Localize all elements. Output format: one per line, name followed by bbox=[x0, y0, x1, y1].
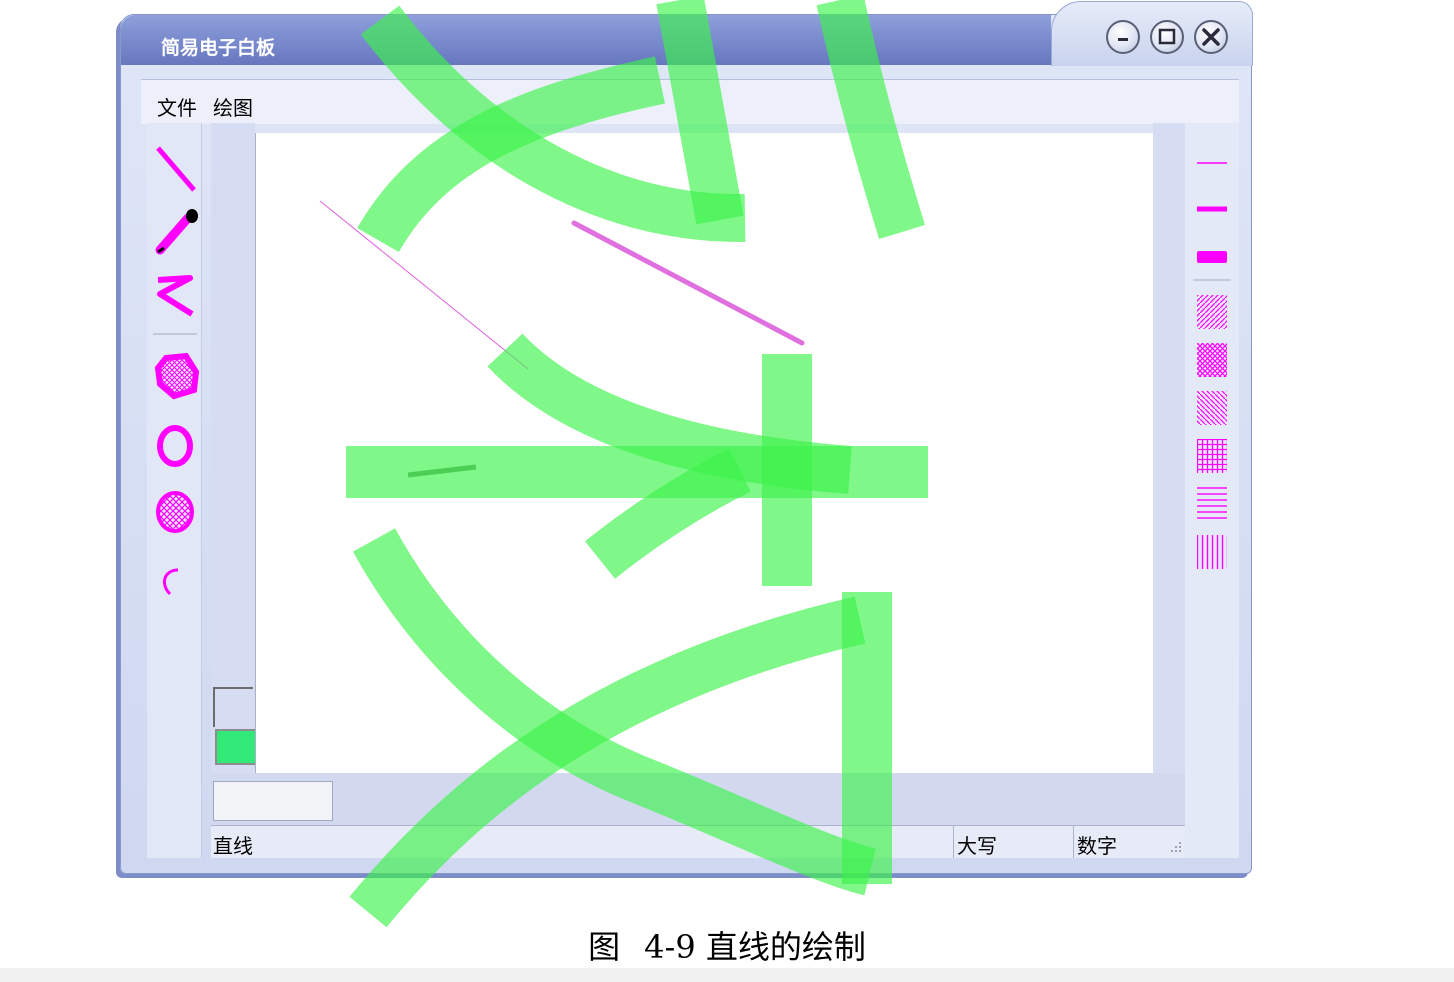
polyline-tool-button[interactable] bbox=[147, 261, 201, 321]
ellipse-icon bbox=[157, 425, 193, 467]
drawn-thick-line bbox=[571, 220, 805, 346]
hatch-fdiagonal-icon[interactable] bbox=[1195, 293, 1231, 333]
toolbox-separator bbox=[153, 333, 197, 335]
status-bar: 直线 大写 数字 bbox=[211, 825, 1185, 858]
hatch-bdiagonal-icon[interactable] bbox=[1195, 389, 1231, 429]
polyline-icon bbox=[157, 275, 194, 317]
filled-ellipse-icon bbox=[156, 491, 194, 533]
line-width-medium-icon[interactable] bbox=[1195, 199, 1231, 219]
minimize-button[interactable] bbox=[1106, 20, 1140, 54]
hatch-cross-icon[interactable] bbox=[1195, 437, 1231, 477]
menu-draw[interactable]: 绘图 bbox=[213, 92, 253, 121]
status-divider bbox=[1073, 826, 1074, 858]
app-window: 简易电子白板 文件 绘图 直线 大写 数字 bbox=[120, 1, 1253, 874]
arc-tool-button[interactable] bbox=[147, 543, 201, 603]
filled-polygon-icon bbox=[154, 352, 200, 400]
hatch-horizontal-icon[interactable] bbox=[1195, 485, 1231, 525]
canvas-bottom-area bbox=[211, 773, 1185, 825]
line-width-thick-icon[interactable] bbox=[1195, 247, 1231, 267]
background-color-swatch[interactable] bbox=[215, 729, 257, 765]
status-num: 数字 bbox=[1077, 834, 1117, 858]
drawing-canvas[interactable] bbox=[255, 133, 1154, 773]
status-mode: 直线 bbox=[213, 834, 253, 858]
drawn-thin-line bbox=[319, 200, 529, 370]
caption-figure-label: 图 bbox=[588, 928, 621, 966]
menu-file[interactable]: 文件 bbox=[157, 92, 197, 121]
arc-icon bbox=[162, 568, 179, 596]
maximize-icon bbox=[1158, 28, 1176, 45]
line-icon bbox=[156, 146, 196, 192]
page-bottom-band bbox=[0, 968, 1454, 982]
menu-bar: 文件 绘图 bbox=[141, 79, 1239, 124]
close-button[interactable] bbox=[1194, 20, 1228, 54]
foreground-color-swatch[interactable] bbox=[213, 687, 253, 727]
pen-tool-button[interactable] bbox=[147, 199, 201, 259]
canvas-drawing bbox=[319, 200, 805, 478]
filled-polygon-tool-button[interactable] bbox=[147, 345, 201, 405]
caption-figure-number: 4-9 bbox=[644, 928, 696, 966]
line-width-thin-icon[interactable] bbox=[1195, 153, 1231, 173]
pen-icon bbox=[155, 209, 198, 255]
line-tool-button[interactable] bbox=[147, 137, 201, 197]
title-bar[interactable]: 简易电子白板 bbox=[121, 15, 1051, 65]
canvas-right-gutter bbox=[1153, 123, 1187, 823]
minimize-icon bbox=[1118, 38, 1128, 41]
resize-grip-icon[interactable] bbox=[1167, 840, 1183, 856]
ellipse-tool-button[interactable] bbox=[147, 413, 201, 473]
color-column bbox=[211, 123, 255, 783]
filled-ellipse-tool-button[interactable] bbox=[147, 479, 201, 539]
status-caps: 大写 bbox=[957, 834, 997, 858]
hatch-vertical-icon[interactable] bbox=[1195, 533, 1231, 573]
caption-text: 直线的绘制 bbox=[705, 928, 866, 966]
style-toolbox bbox=[1185, 123, 1239, 858]
close-icon bbox=[1202, 28, 1220, 46]
style-separator bbox=[1193, 279, 1231, 281]
status-input-box[interactable] bbox=[213, 781, 333, 821]
window-title: 简易电子白板 bbox=[161, 37, 276, 59]
maximize-button[interactable] bbox=[1150, 20, 1184, 54]
hatch-cross-diagonal-icon[interactable] bbox=[1195, 341, 1231, 381]
figure-caption: 图 4-9 直线的绘制 bbox=[0, 922, 1454, 968]
status-divider bbox=[953, 826, 954, 858]
drawing-toolbox bbox=[147, 123, 202, 858]
drawn-short-line bbox=[407, 464, 477, 478]
